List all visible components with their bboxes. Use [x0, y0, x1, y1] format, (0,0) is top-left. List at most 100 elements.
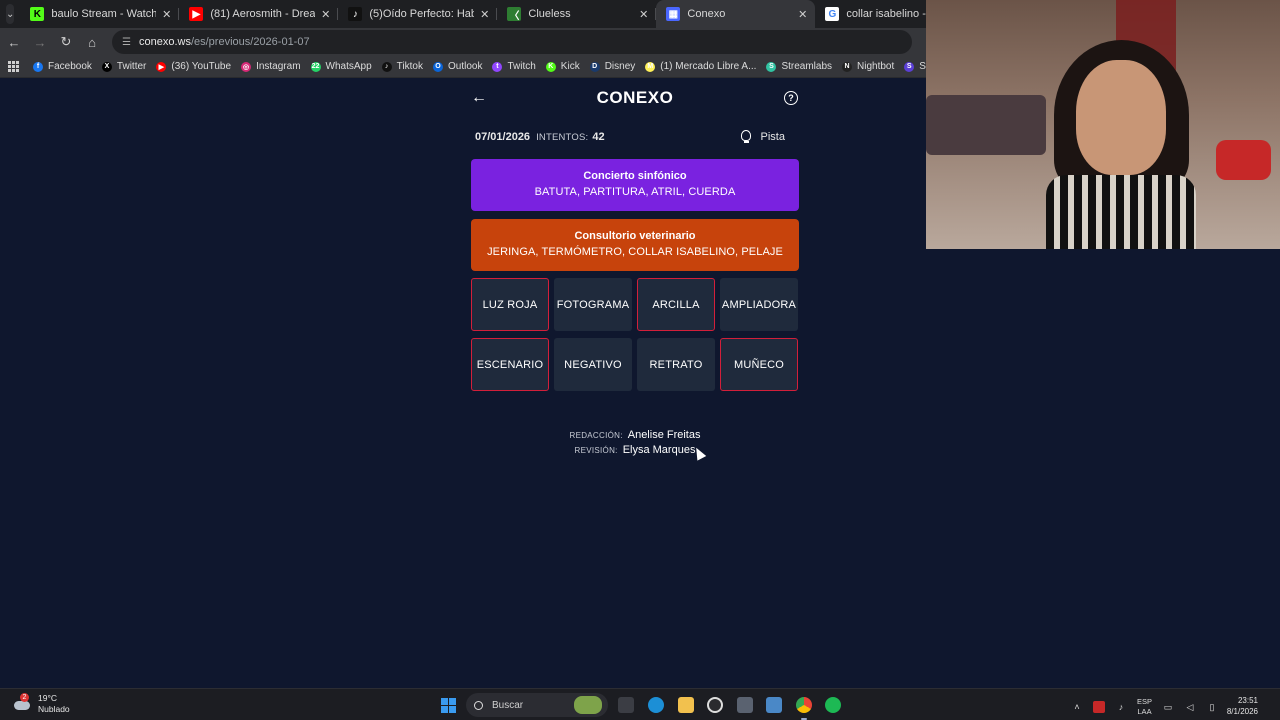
- search-highlight-icon: [574, 696, 602, 714]
- word-card[interactable]: ESCENARIO: [471, 338, 549, 391]
- microphone-icon[interactable]: ♪: [1115, 701, 1127, 713]
- bookmark[interactable]: ▶ (36) YouTube: [156, 61, 231, 72]
- search-placeholder: Buscar: [492, 699, 524, 711]
- close-icon[interactable]: ✕: [798, 8, 807, 21]
- solved-group-2: Consultorio veterinario JERINGA, TERMÓME…: [471, 219, 799, 271]
- reload-button[interactable]: ↻: [54, 30, 78, 54]
- word-card[interactable]: MUÑECO: [720, 338, 798, 391]
- bookmark-favicon-icon: ♪: [381, 61, 392, 72]
- bookmark[interactable]: ♪ Tiktok: [381, 61, 423, 72]
- bookmark[interactable]: D Disney: [589, 61, 635, 72]
- clock[interactable]: 23:51 8/1/2026: [1227, 695, 1258, 717]
- volume-icon[interactable]: ◁: [1184, 701, 1196, 713]
- search-icon: [474, 700, 483, 710]
- bookmark[interactable]: X Twitter: [101, 61, 147, 72]
- bookmarks-bar: f Facebook X Twitter ▶ (36) YouTube ◎ Instagram…: [0, 56, 926, 78]
- close-icon[interactable]: ✕: [321, 8, 330, 21]
- bookmark[interactable]: O Outlook: [432, 61, 483, 72]
- group-title: Concierto sinfónico: [583, 170, 687, 182]
- start-button[interactable]: [441, 698, 456, 713]
- bookmark-label: Outlook: [447, 61, 483, 72]
- calculator-icon[interactable]: [737, 697, 753, 713]
- home-button[interactable]: ⌂: [80, 30, 104, 54]
- solved-group-1: Concierto sinfónico BATUTA, PARTITURA, A…: [471, 159, 799, 211]
- app-title: CONEXO: [596, 88, 674, 107]
- address-bar[interactable]: ☰ conexo.ws/es/previous/2026-01-07: [112, 30, 912, 54]
- network-icon[interactable]: ▭: [1162, 701, 1174, 713]
- taskbar-search[interactable]: Buscar: [466, 693, 608, 717]
- chrome-icon[interactable]: [796, 697, 812, 713]
- bookmark[interactable]: ◎ Instagram: [241, 61, 301, 72]
- browser-tab[interactable]: ▶ (81) Aerosmith - Dream On (Au ✕: [179, 0, 339, 28]
- editor-name: Anelise Freitas: [627, 429, 701, 441]
- bookmark-favicon-icon: N: [842, 61, 853, 72]
- kick-icon: K: [30, 7, 45, 21]
- site-info-icon[interactable]: ☰: [122, 37, 131, 48]
- close-icon[interactable]: ✕: [480, 8, 489, 21]
- bookmark[interactable]: K Kick: [545, 61, 580, 72]
- edge-icon[interactable]: [648, 697, 664, 713]
- file-explorer-icon[interactable]: [678, 697, 694, 713]
- word-card[interactable]: AMPLIADORA: [720, 278, 798, 331]
- word-card[interactable]: NEGATIVO: [554, 338, 632, 391]
- browser-tab[interactable]: 〈 Clueless ✕: [497, 0, 657, 28]
- word-card[interactable]: RETRATO: [637, 338, 715, 391]
- bookmark-label: WhatsApp: [325, 61, 372, 72]
- forward-button[interactable]: →: [28, 30, 52, 54]
- bookmark-favicon-icon: t: [492, 61, 503, 72]
- back-button[interactable]: ←: [2, 30, 26, 54]
- bookmark-favicon-icon: O: [432, 61, 443, 72]
- lang-top: ESP: [1136, 697, 1152, 706]
- battery-icon[interactable]: ▯: [1206, 701, 1218, 713]
- hint-button[interactable]: Pista: [740, 130, 799, 144]
- language-indicator[interactable]: ESP LAA: [1137, 697, 1152, 717]
- word-card[interactable]: FOTOGRAMA: [554, 278, 632, 331]
- obs-icon[interactable]: [707, 697, 723, 713]
- word-card[interactable]: LUZ ROJA: [471, 278, 549, 331]
- bookmark-favicon-icon: 22: [310, 61, 321, 72]
- bookmark-label: Twitch: [507, 61, 536, 72]
- tab-search-button[interactable]: ⌄: [6, 4, 15, 24]
- bookmark-label: Facebook: [48, 61, 92, 72]
- bookmark[interactable]: S StreamElements -: [904, 61, 926, 72]
- hint-label: Pista: [760, 131, 785, 143]
- tries-count: 42: [592, 131, 605, 143]
- bookmark-favicon-icon: M: [645, 61, 656, 72]
- browser-tab[interactable]: ▦ Conexo ✕: [656, 0, 816, 28]
- webcam-overlay: [926, 0, 1280, 249]
- game-info-row: 07/01/2026 INTENTOS: 42 Pista: [475, 128, 799, 146]
- bookmark-label: (36) YouTube: [171, 61, 232, 72]
- task-view-icon[interactable]: [618, 697, 634, 713]
- chevron-up-icon[interactable]: ˄: [1071, 701, 1083, 713]
- bookmark[interactable]: t Twitch: [492, 61, 536, 72]
- weather-desc: Nublado: [38, 704, 70, 714]
- help-icon[interactable]: ?: [784, 91, 798, 105]
- browser-tab[interactable]: ♪ (5)Oído Perfecto: Habilidades U ✕: [338, 0, 498, 28]
- bookmark-label: Kick: [560, 61, 580, 72]
- weather-widget[interactable]: 2 19°C Nublado: [14, 693, 70, 715]
- tab-label: (81) Aerosmith - Dream On (Au: [210, 8, 316, 20]
- group-title: Consultorio veterinario: [574, 230, 696, 242]
- apps-grid-icon[interactable]: [8, 60, 19, 73]
- close-icon[interactable]: ✕: [162, 8, 171, 21]
- app-tray-icon[interactable]: [1092, 701, 1105, 713]
- tab-label: baulo Stream - Watch Live on K: [51, 8, 157, 20]
- lang-bottom: LAA: [1137, 707, 1152, 716]
- bookmark[interactable]: S Streamlabs: [766, 61, 832, 72]
- close-icon[interactable]: ✕: [639, 8, 648, 21]
- word-grid: LUZ ROJA FOTOGRAMA ARCILLA AMPLIADORA ES…: [471, 278, 799, 391]
- bookmark-favicon-icon: S: [904, 61, 915, 72]
- snipping-tool-icon[interactable]: [766, 697, 782, 713]
- bookmark[interactable]: f Facebook: [33, 61, 92, 72]
- bookmark[interactable]: M (1) Mercado Libre A...: [645, 61, 756, 72]
- spotify-icon[interactable]: [825, 697, 841, 713]
- bookmark-label: Nightbot: [857, 61, 895, 72]
- browser-tab[interactable]: Kbaulo Stream - Watch Live on K ✕: [20, 0, 180, 28]
- bookmark-label: Twitter: [116, 61, 147, 72]
- bookmark-label: (1) Mercado Libre A...: [660, 61, 757, 72]
- word-card[interactable]: ARCILLA: [637, 278, 715, 331]
- bookmark-label: Instagram: [256, 61, 301, 72]
- bookmark-label: StreamElements -: [919, 61, 926, 72]
- bookmark[interactable]: N Nightbot: [842, 61, 894, 72]
- bookmark[interactable]: 22 WhatsApp: [310, 61, 372, 72]
